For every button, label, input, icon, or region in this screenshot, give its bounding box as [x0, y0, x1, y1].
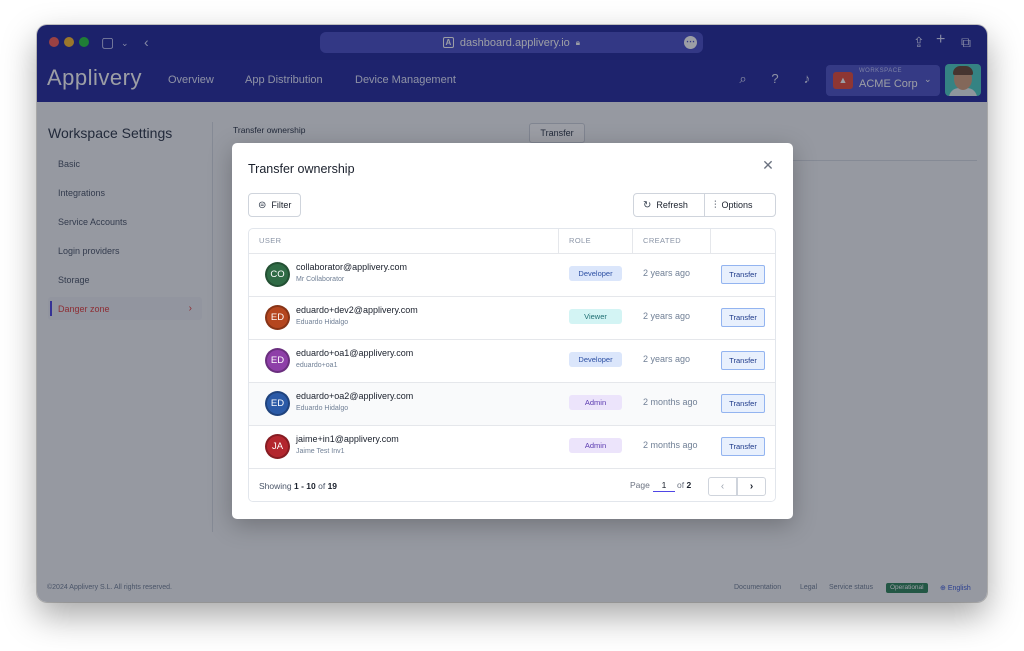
- options-button[interactable]: ⫶ Options: [704, 193, 776, 217]
- filter-icon: ⊜: [258, 199, 267, 211]
- column-header-user: USER: [259, 236, 282, 245]
- table-row: ED eduardo+dev2@applivery.com Eduardo Hida…: [249, 296, 775, 339]
- avatar: JA: [265, 434, 290, 459]
- role-badge: Developer: [569, 266, 622, 281]
- sliders-icon: ⫶: [714, 199, 717, 211]
- user-name: eduardo+oa1: [296, 362, 338, 369]
- avatar: ED: [265, 391, 290, 416]
- total-pages: of 2: [677, 480, 692, 490]
- modal-title: Transfer ownership: [248, 162, 355, 176]
- transfer-ownership-modal: Transfer ownership ✕ ⊜ Filter ↻ Refresh …: [232, 143, 793, 519]
- user-email: eduardo+oa2@applivery.com: [296, 391, 414, 401]
- refresh-button[interactable]: ↻ Refresh: [633, 193, 705, 217]
- created-date: 2 months ago: [643, 440, 698, 450]
- transfer-button[interactable]: Transfer: [721, 351, 765, 370]
- created-date: 2 years ago: [643, 354, 691, 364]
- refresh-label: Refresh: [656, 200, 688, 210]
- avatar: ED: [265, 305, 290, 330]
- filter-button[interactable]: ⊜ Filter: [248, 193, 302, 217]
- filter-label: Filter: [271, 200, 292, 210]
- role-badge: Viewer: [569, 309, 622, 324]
- transfer-button[interactable]: Transfer: [721, 265, 765, 284]
- page-label: Page: [630, 480, 650, 490]
- user-name: Eduardo Hidalgo: [296, 319, 349, 326]
- user-name: Eduardo Hidalgo: [296, 405, 349, 412]
- role-badge: Developer: [569, 352, 622, 367]
- refresh-icon: ↻: [643, 199, 652, 211]
- next-page-button[interactable]: ›: [737, 477, 766, 496]
- created-date: 2 months ago: [643, 397, 698, 407]
- transfer-button[interactable]: Transfer: [721, 437, 765, 456]
- table-footer: Showing 1 - 10 of 19 Page 1 of 2 ‹ ›: [249, 468, 775, 501]
- table-row: JA jaime+in1@applivery.com Jaime Test Inv1…: [249, 425, 775, 468]
- avatar: CO: [265, 262, 290, 287]
- showing-text: Showing 1 - 10 of 19: [259, 481, 338, 491]
- users-table: USER ROLE CREATED CO collaborator@applive…: [248, 228, 776, 502]
- transfer-button[interactable]: Transfer: [721, 394, 765, 413]
- avatar: ED: [265, 348, 290, 373]
- user-email: collaborator@applivery.com: [296, 262, 408, 272]
- transfer-button[interactable]: Transfer: [721, 308, 765, 327]
- options-label: Options: [721, 200, 753, 210]
- user-email: eduardo+dev2@applivery.com: [296, 305, 418, 315]
- close-icon[interactable]: ✕: [761, 158, 775, 172]
- table-row: CO collaborator@applivery.com Mr Collabora…: [249, 253, 775, 296]
- created-date: 2 years ago: [643, 311, 691, 321]
- column-header-created: CREATED: [643, 236, 682, 245]
- role-badge: Admin: [569, 438, 622, 453]
- browser-window: ▢ ⌄ ‹ A dashboard.applivery.io 🔒︎ ⋯ ⇪ + …: [37, 25, 987, 602]
- table-row: ED eduardo+oa1@applivery.com eduardo+oa1 De…: [249, 339, 775, 382]
- column-header-role: ROLE: [569, 236, 592, 245]
- user-email: jaime+in1@applivery.com: [296, 434, 399, 444]
- table-row: ED eduardo+oa2@applivery.com Eduardo Hidal…: [249, 382, 775, 425]
- user-name: Mr Collaborator: [296, 276, 345, 283]
- previous-page-button[interactable]: ‹: [708, 477, 737, 496]
- user-email: eduardo+oa1@applivery.com: [296, 348, 414, 358]
- created-date: 2 years ago: [643, 268, 691, 278]
- role-badge: Admin: [569, 395, 622, 410]
- user-name: Jaime Test Inv1: [296, 448, 345, 455]
- page-number-input[interactable]: 1: [653, 478, 675, 492]
